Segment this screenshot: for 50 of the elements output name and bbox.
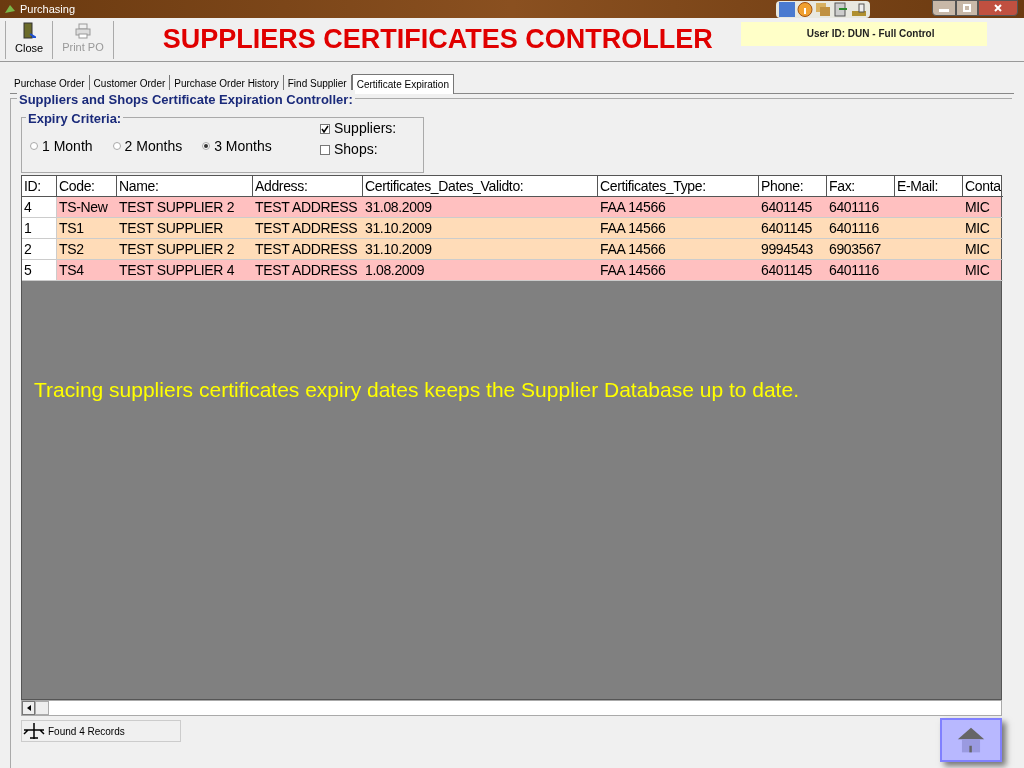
window-title: Purchasing bbox=[20, 1, 76, 17]
table-row[interactable]: 4 TS-New TEST SUPPLIER 2 TEST ADDRESS 31.08.2009 FAA 14566 6401145 6401116 MIC bbox=[22, 197, 1001, 218]
table-cell: 4 bbox=[22, 197, 57, 218]
maximize-button[interactable] bbox=[956, 0, 978, 16]
restore-icon bbox=[963, 4, 971, 12]
home-button[interactable] bbox=[940, 718, 1002, 762]
checkbox-option[interactable]: Suppliers: bbox=[320, 118, 397, 139]
door-exit-icon bbox=[22, 22, 37, 41]
tab[interactable]: Certificate Expiration bbox=[351, 74, 454, 94]
documents-icon[interactable] bbox=[815, 1, 831, 17]
app-icon bbox=[4, 3, 16, 15]
info-icon[interactable] bbox=[797, 1, 813, 17]
airplane-icon bbox=[22, 722, 46, 740]
table-cell: TS4 bbox=[57, 260, 117, 281]
close-icon bbox=[994, 4, 1002, 12]
caption-text: Tracing suppliers certificates expiry dates keeps the Supplier Database up to date. bbox=[34, 377, 799, 403]
table-cell: MIC bbox=[963, 260, 1003, 281]
table-cell: FAA 14566 bbox=[598, 260, 759, 281]
minimize-icon bbox=[939, 9, 949, 12]
toolbar-button[interactable]: Close bbox=[9, 22, 50, 57]
user-info: User ID: DUN - Full Control bbox=[740, 21, 987, 46]
group-title: Suppliers and Shops Certificate Expiration Controller: bbox=[17, 90, 355, 110]
tray-icon[interactable] bbox=[851, 1, 867, 17]
table-row[interactable]: 2 TS2 TEST SUPPLIER 2 TEST ADDRESS 31.10.2009 FAA 14566 9994543 6903567 MIC bbox=[22, 239, 1001, 260]
page-heading: SUPPLIERS CERTIFICATES CONTROLLER bbox=[162, 23, 713, 57]
table-row[interactable]: 1 TS1 TEST SUPPLIER TEST ADDRESS 31.10.2009 FAA 14566 6401145 6401116 MIC bbox=[22, 218, 1001, 239]
exit-icon[interactable] bbox=[833, 1, 849, 17]
checkbox-option[interactable]: Shops: bbox=[320, 139, 397, 160]
table-row[interactable]: 5 TS4 TEST SUPPLIER 4 TEST ADDRESS 1.08.2009 FAA 14566 6401145 6401116 MIC bbox=[22, 260, 1001, 281]
table-cell: 1.08.2009 bbox=[363, 260, 598, 281]
table-cell: 2 bbox=[22, 239, 57, 260]
minimize-button[interactable] bbox=[932, 0, 956, 16]
logo-icon[interactable] bbox=[779, 1, 795, 17]
house-icon bbox=[956, 726, 986, 754]
printer-icon bbox=[74, 23, 91, 40]
table-cell: TEST ADDRESS bbox=[253, 260, 363, 281]
scroll-thumb[interactable] bbox=[35, 701, 49, 715]
table-cell: 1 bbox=[22, 218, 57, 239]
table-cell: 6401116 bbox=[827, 260, 895, 281]
radio-option[interactable]: 3 Months bbox=[202, 135, 272, 157]
radio-option[interactable]: 1 Month bbox=[30, 135, 93, 157]
left-arrow-icon bbox=[26, 705, 31, 711]
scroll-left-button[interactable] bbox=[22, 701, 35, 715]
radio-option[interactable]: 2 Months bbox=[112, 135, 183, 157]
status-text: Found 4 Records bbox=[48, 724, 125, 739]
close-button[interactable] bbox=[978, 0, 1018, 16]
horizontal-scrollbar[interactable] bbox=[21, 700, 1002, 716]
table-cell: 6401145 bbox=[759, 260, 827, 281]
table-cell: 5 bbox=[22, 260, 57, 281]
table-cell: TEST SUPPLIER 4 bbox=[117, 260, 253, 281]
